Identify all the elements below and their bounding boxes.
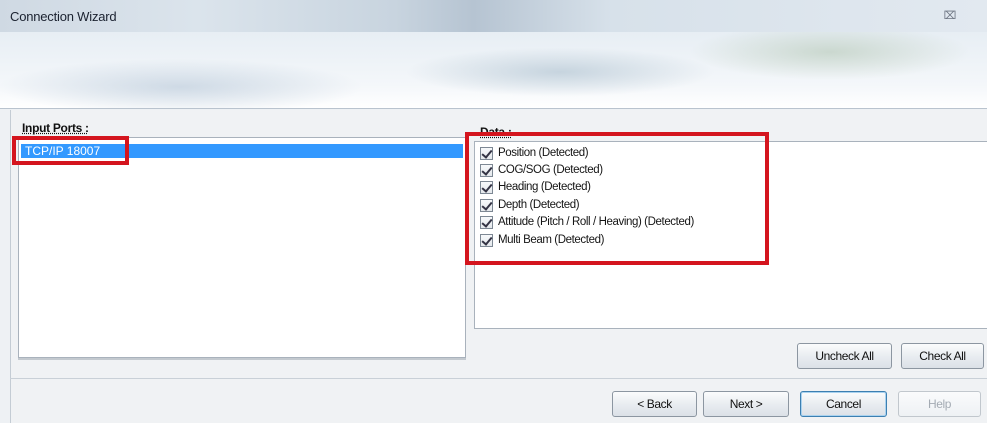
divider <box>18 358 466 360</box>
list-item-tcp-ip-port[interactable]: TCP/IP 18007 <box>21 144 463 158</box>
data-item-label: Attitude (Pitch / Roll / Heaving) (Detec… <box>498 216 694 228</box>
checkbox-checked-icon[interactable] <box>480 146 493 160</box>
wizard-banner <box>0 32 987 109</box>
data-item-position[interactable]: Position (Detected) <box>480 145 589 161</box>
data-label: Data : <box>480 125 512 139</box>
data-item-label: Multi Beam (Detected) <box>498 234 604 246</box>
checkbox-checked-icon[interactable] <box>480 233 493 247</box>
data-item-label: Position (Detected) <box>498 147 589 159</box>
window-title: Connection Wizard <box>10 9 117 24</box>
cancel-button[interactable]: Cancel <box>800 391 887 417</box>
data-item-label: Depth (Detected) <box>498 199 580 211</box>
data-checklist: Position (Detected) COG/SOG (Detected) H… <box>474 141 987 329</box>
title-bar: Connection Wizard ⌧ <box>0 0 987 32</box>
checkbox-checked-icon[interactable] <box>480 163 493 177</box>
data-item-heading[interactable]: Heading (Detected) <box>480 179 591 195</box>
checkbox-checked-icon[interactable] <box>480 198 493 212</box>
check-all-button[interactable]: Check All <box>901 343 984 369</box>
input-ports-list[interactable]: TCP/IP 18007 <box>18 137 466 358</box>
close-icon[interactable]: ⌧ <box>939 8 961 24</box>
data-item-depth[interactable]: Depth (Detected) <box>480 197 580 213</box>
help-button[interactable]: Help <box>898 391 981 417</box>
checkbox-checked-icon[interactable] <box>480 180 493 194</box>
checkbox-checked-icon[interactable] <box>480 215 493 229</box>
divider <box>10 378 987 379</box>
data-item-attitude[interactable]: Attitude (Pitch / Roll / Heaving) (Detec… <box>480 214 694 230</box>
data-item-label: Heading (Detected) <box>498 181 591 193</box>
back-button[interactable]: < Back <box>612 391 697 417</box>
next-button[interactable]: Next > <box>703 391 789 417</box>
uncheck-all-button[interactable]: Uncheck All <box>797 343 892 369</box>
data-item-label: COG/SOG (Detected) <box>498 164 603 176</box>
data-item-cog-sog[interactable]: COG/SOG (Detected) <box>480 162 603 178</box>
input-ports-label: Input Ports : <box>22 121 89 135</box>
data-item-multi-beam[interactable]: Multi Beam (Detected) <box>480 232 604 248</box>
